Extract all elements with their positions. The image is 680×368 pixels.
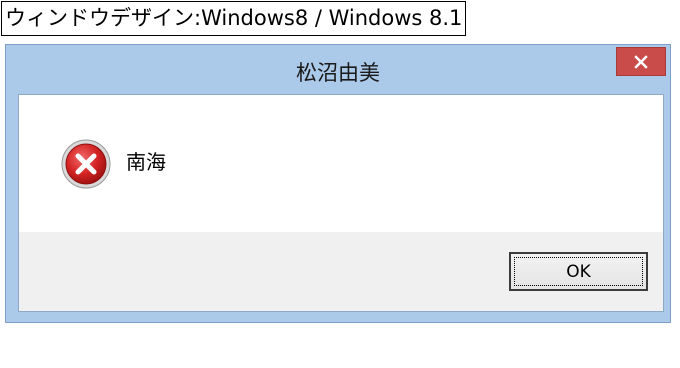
dialog-title: 松沼由美: [296, 61, 380, 85]
dialog-client-area: 南海 OK: [18, 94, 664, 312]
error-icon: [61, 139, 111, 189]
dialog-message: 南海: [126, 150, 166, 174]
dialog-titlebar[interactable]: 松沼由美: [6, 45, 670, 94]
message-dialog: 松沼由美 南海 OK: [5, 44, 671, 323]
ok-button-label: OK: [566, 261, 591, 282]
ok-button[interactable]: OK: [509, 252, 648, 291]
page-caption: ウィンドウデザイン:Windows8 / Windows 8.1: [1, 1, 467, 36]
close-button[interactable]: [616, 47, 666, 76]
dialog-button-bar: OK: [19, 232, 663, 311]
close-icon: [634, 54, 648, 69]
dialog-content: 南海: [19, 95, 663, 232]
